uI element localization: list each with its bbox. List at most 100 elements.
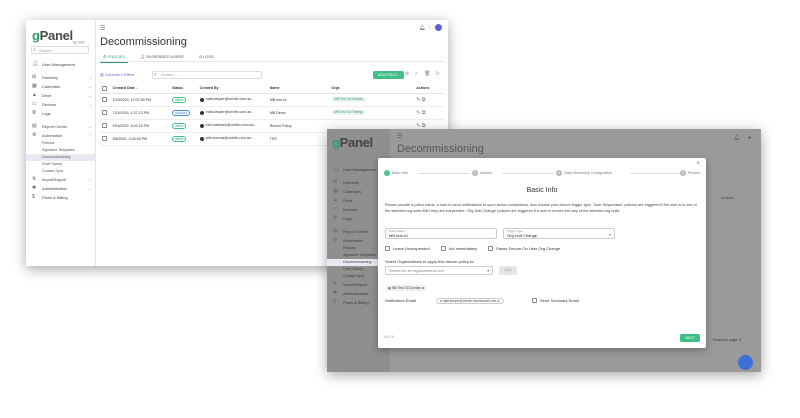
sidebar-item[interactable]: ⚙ Automation ⌃ <box>26 131 96 140</box>
row-checkbox[interactable] <box>102 97 107 102</box>
copy-icon[interactable]: ⧉ <box>422 123 426 129</box>
sidebar-item[interactable]: ✱ Administration ⌄ <box>26 184 96 193</box>
menu-icon[interactable]: ☰ <box>397 133 402 140</box>
date-cell: 9/16/2022, 8:32:16 PM <box>110 119 171 133</box>
col-orgs[interactable]: Orgs <box>329 84 415 94</box>
row-actions: ✎ ⧉ <box>416 97 425 103</box>
col-created-date[interactable]: Created Date ↓ <box>110 84 171 94</box>
table-row[interactable]: 10/3/2024, 12:07:49 PM active matt.keuper@… <box>100 93 444 107</box>
sidebar-item[interactable]: ▦ Calendars ⌄ <box>26 82 96 91</box>
col-created-by[interactable]: Created By <box>197 84 268 94</box>
chevron-icon: ⌄ <box>88 124 92 129</box>
more-icon[interactable]: ⋮ <box>427 25 432 31</box>
chevron-icon: ⌄ <box>88 75 92 80</box>
search-icon: ⌕ <box>154 72 157 78</box>
select-cell[interactable] <box>100 119 111 133</box>
created-date: 9/16/2022, 8:32:16 PM <box>112 123 149 128</box>
plans-icon: $ <box>333 299 336 305</box>
chevron-icon: ⌄ <box>88 84 92 89</box>
person-icon: 👤︎ <box>32 61 39 67</box>
created-date: 10/3/2024, 12:07:49 PM <box>112 97 151 102</box>
calendar-icon: ▦ <box>333 188 338 194</box>
sidebar-subitem[interactable]: Signature Templates <box>26 147 96 154</box>
menu-icon[interactable]: ☰ <box>100 25 105 32</box>
sidebar-item[interactable]: ▲ Drive ⌄ <box>26 91 96 100</box>
bell-icon[interactable]: 🔔︎ <box>419 25 425 31</box>
sidebar-item[interactable]: ≣ Logs <box>26 109 96 118</box>
sidebar-item[interactable]: ▭ Devices ⌄ <box>26 100 96 109</box>
row-checkbox[interactable] <box>102 110 107 115</box>
sidebar-item-label: Logs <box>42 111 51 116</box>
chat-bubble-icon[interactable] <box>738 355 753 370</box>
front-top-icons: 🔔︎ ⋮ ● <box>733 135 751 141</box>
sidebar-item-label: Drive <box>42 93 52 98</box>
toolbar-action-icons[interactable]: ▸ ⊘ ✓ 🗑 ↻ <box>397 71 442 77</box>
plans-icon: $ <box>32 194 35 200</box>
sidebar-item-label: Calendars <box>343 189 362 194</box>
chevron-down-icon: ▾ <box>608 232 611 237</box>
sidebar-item[interactable]: $ Plans & Billing <box>26 193 96 202</box>
status-cell: active <box>170 93 198 107</box>
next-button[interactable]: NEXT <box>680 334 700 342</box>
created-by: matt.keuper@onixfix.com.au… <box>199 110 255 115</box>
sidebar-search-input[interactable]: ⌕ Search <box>31 46 89 54</box>
select-all-cell[interactable] <box>100 84 111 94</box>
sidebar-item[interactable]: ⊞ Directory ⌄ <box>26 73 96 82</box>
sidebar-subitem[interactable]: Policies <box>26 140 96 147</box>
sidebar-item[interactable]: ⇅ Import/Export ⌄ <box>26 175 96 184</box>
select-cell[interactable] <box>100 132 111 146</box>
org-search-input[interactable]: Search for an organizational unit ▾ <box>385 266 493 275</box>
ghost-actions-header: Actions <box>721 195 735 200</box>
tab-suspended-users[interactable]: 👤︎ SUSPENDED USERS <box>137 52 187 62</box>
orgs-cell: MB Test OU Domain <box>329 93 415 107</box>
act-immediately-checkbox[interactable]: Act immediately <box>440 246 477 252</box>
created-date: 5/6/2022, 4:25:53 PM <box>112 136 147 141</box>
add-org-button[interactable]: ADD <box>499 266 517 275</box>
org-chip[interactable]: ▦ MB Test OU Domain ⊗ <box>385 285 428 291</box>
col-name[interactable]: Name <box>267 84 330 94</box>
directory-icon: ⊞ <box>333 179 338 185</box>
created-by-cell: phil.morrow@onixfix.com.au… <box>197 132 268 146</box>
avatar[interactable] <box>435 24 442 31</box>
name-cell: TSS <box>267 132 330 146</box>
chip-remove-icon[interactable]: ⊗ <box>497 299 500 303</box>
table-search-input[interactable]: ⌕ Search… <box>152 71 262 79</box>
trigger-type-select[interactable]: Trigger Type Org Unit Change ▾ <box>503 228 615 239</box>
sidebar-item-label: Import/Export <box>42 177 67 182</box>
policy-name-field[interactable]: Policy Name * MB test #1 <box>385 228 497 239</box>
status-cell: active <box>170 119 198 133</box>
select-cell[interactable] <box>100 93 111 107</box>
row-checkbox[interactable] <box>102 123 107 128</box>
status-badge: active <box>172 122 187 129</box>
pause-decom-checkbox[interactable]: Pause Decom On User Org Change <box>488 246 560 252</box>
chip-remove-icon[interactable]: ⊗ <box>422 286 425 290</box>
columns-filters-button[interactable]: ▥ Columns ≡ Filters <box>100 72 134 77</box>
email-chip[interactable]: ● matt.keuper@onixfix.onmicrosoft.com ⊗ <box>436 298 504 304</box>
copy-icon[interactable]: ⧉ <box>422 97 426 103</box>
sidebar-subitem[interactable]: Drive Sweep <box>26 161 96 168</box>
org-chip: MB Test OU Testing <box>331 110 366 115</box>
select-cell[interactable] <box>100 106 111 120</box>
created-by-cell: matt.keuper@onixfix.com.au… <box>197 93 268 107</box>
date-cell: 10/3/2024, 12:07:49 PM <box>110 93 171 107</box>
sidebar-subitem[interactable]: Decommissioning <box>26 154 96 161</box>
send-summary-checkbox[interactable]: Send Summary Email <box>532 297 579 304</box>
created-date: 7/14/2024, 1:37:13 PM <box>112 110 149 115</box>
sidebar-item[interactable]: ▤ Report Center ⌄ <box>26 122 96 131</box>
select-all-checkbox[interactable] <box>102 85 107 91</box>
copy-icon[interactable]: ⧉ <box>422 110 426 116</box>
sidebar-item-label: Administration <box>343 291 369 296</box>
tab-policies[interactable]: ⚙ POLICIES <box>100 52 128 63</box>
row-checkbox[interactable] <box>102 136 107 141</box>
col-actions: Actions <box>414 84 444 94</box>
step-connector <box>630 173 680 174</box>
tab-logs[interactable]: ◷ LOGS <box>196 52 217 62</box>
sidebar-subitem[interactable]: Contact Sync <box>26 168 96 175</box>
back-button[interactable]: BACK <box>384 335 394 339</box>
close-icon[interactable]: × <box>696 161 700 167</box>
leave-unsuspended-checkbox[interactable]: Leave Unsuspended <box>385 246 430 252</box>
sidebar-item[interactable]: 👤︎ User Management <box>26 60 96 69</box>
col-status[interactable]: Status <box>170 84 198 94</box>
step-connector <box>502 173 554 174</box>
table-row[interactable]: 7/14/2024, 1:37:13 PM disabled matt.keuper… <box>100 106 444 120</box>
